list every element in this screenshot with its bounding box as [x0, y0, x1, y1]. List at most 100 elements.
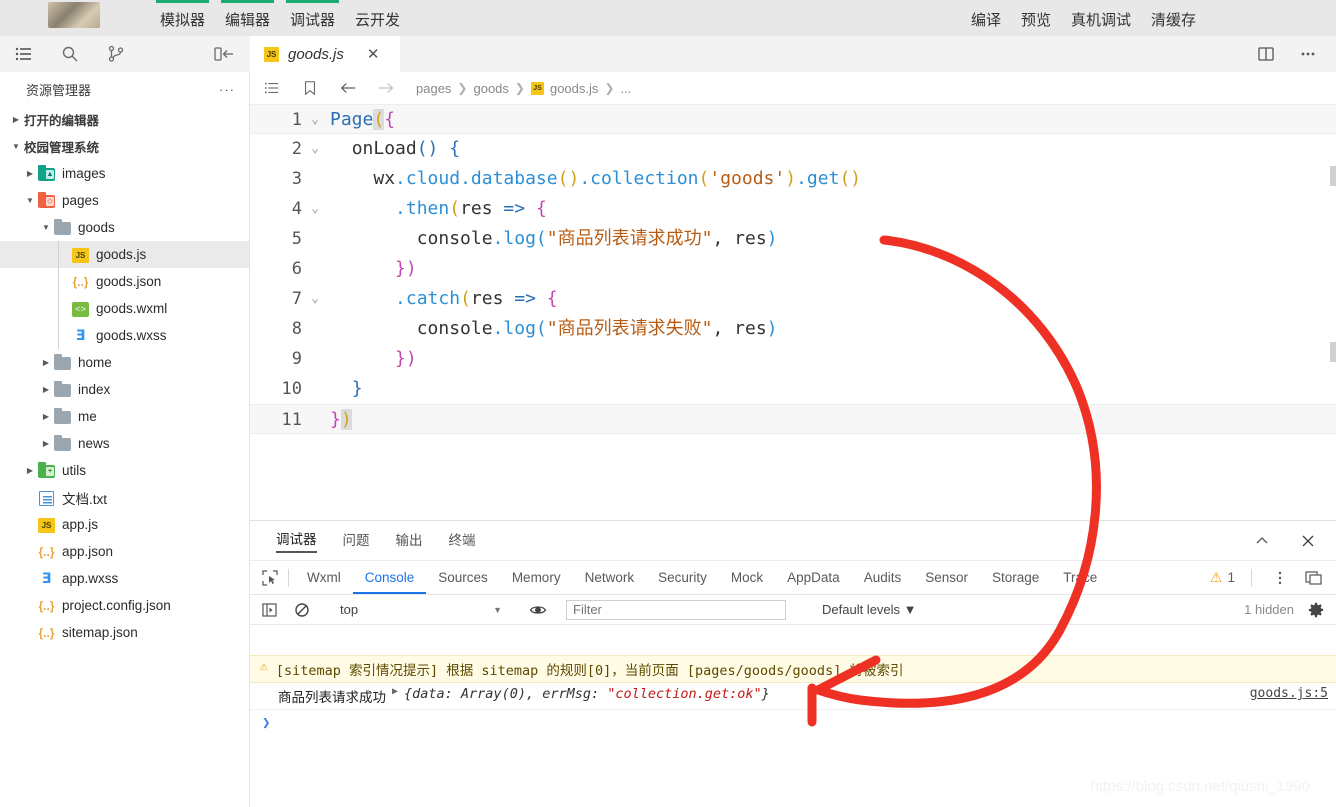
code-line-4[interactable]: 4 ⌄ .then(res => { — [250, 194, 1336, 224]
panel-tab-sources[interactable]: Sources — [426, 561, 500, 594]
toolbar-item-compile[interactable]: 编译 — [961, 0, 1011, 30]
dock-side-icon[interactable] — [1302, 566, 1326, 590]
collapse-sidebar-icon[interactable] — [212, 42, 236, 66]
fold-toggle-icon[interactable]: ⌄ — [302, 105, 328, 135]
expand-object-icon[interactable]: ▶ — [392, 686, 398, 697]
tree-item-app-json[interactable]: {..} app.json — [0, 538, 249, 565]
split-editor-icon[interactable] — [1254, 42, 1278, 66]
code-line-7[interactable]: 7 ⌄ .catch(res => { — [250, 284, 1336, 314]
panel-tab-storage[interactable]: Storage — [980, 561, 1051, 594]
explorer-more-icon[interactable]: ··· — [219, 82, 235, 97]
code-line-3[interactable]: 3 wx.cloud.database().collection('goods'… — [250, 164, 1336, 194]
code-line-8[interactable]: 8 console.log("商品列表请求失败", res) — [250, 314, 1336, 344]
outline-icon[interactable] — [260, 76, 284, 100]
console-sidebar-icon[interactable] — [258, 598, 282, 622]
settings-gear-icon[interactable] — [1304, 598, 1328, 622]
panel-tab-console[interactable]: Console — [353, 561, 427, 594]
status-badge[interactable]: ⚠ 1 — [1210, 569, 1235, 586]
code-line-5[interactable]: 5 console.log("商品列表请求成功", res) — [250, 224, 1336, 254]
tree-item-goods-wxss[interactable]: Ǝ goods.wxss — [0, 322, 249, 349]
log-levels-select[interactable]: Default levels ▼ — [822, 602, 917, 617]
fold-toggle-icon[interactable]: ⌄ — [302, 134, 328, 164]
chevron-up-icon[interactable] — [1250, 529, 1274, 553]
clear-console-icon[interactable] — [290, 598, 314, 622]
toolbar-item-simulator[interactable]: 模拟器 — [150, 0, 215, 30]
forward-icon[interactable] — [374, 76, 398, 100]
tree-item-doc-txt[interactable]: 文档.txt — [0, 484, 249, 511]
tree-item-news[interactable]: ▶ news — [0, 430, 249, 457]
tree-item-utils[interactable]: ▶ + utils — [0, 457, 249, 484]
close-icon[interactable]: ✕ — [367, 45, 380, 63]
tree-item-goods-js[interactable]: JS goods.js — [0, 241, 249, 268]
console-message-log[interactable]: 商品列表请求成功 ▶ {data: Array(0), errMsg: "col… — [250, 683, 1336, 710]
tree-item-pages[interactable]: ▼ ◇ pages — [0, 187, 249, 214]
tree-item-index[interactable]: ▶ index — [0, 376, 249, 403]
code-line-1[interactable]: 1 ⌄ Page({ — [250, 104, 1336, 134]
tree-item-app-js[interactable]: JS app.js — [0, 511, 249, 538]
toolbar-item-debugger[interactable]: 调试器 — [280, 0, 345, 30]
breadcrumb-symbol[interactable]: ... — [620, 81, 631, 96]
back-icon[interactable] — [336, 76, 360, 100]
editor-tab-goods-js[interactable]: JS goods.js ✕ — [250, 36, 400, 72]
breadcrumb-goods[interactable]: goods — [473, 81, 508, 96]
tab-output[interactable]: 输出 — [396, 529, 423, 552]
code-line-10[interactable]: 10 } — [250, 374, 1336, 404]
panel-tab-security[interactable]: Security — [646, 561, 719, 594]
panel-tab-mock[interactable]: Mock — [719, 561, 775, 594]
section-open-editors[interactable]: ▶ 打开的编辑器 — [0, 106, 249, 133]
tab-debugger[interactable]: 调试器 — [276, 528, 317, 553]
tab-terminal[interactable]: 终端 — [449, 529, 476, 552]
tree-item-sitemap-json[interactable]: {..} sitemap.json — [0, 619, 249, 646]
code-line-11[interactable]: 11 }) — [250, 404, 1336, 434]
editor-vertical-scrollbar-thumb[interactable] — [1330, 342, 1336, 362]
code-editor[interactable]: pages ❯ goods ❯ JS goods.js ❯ ... 1 ⌄ Pa… — [250, 72, 1336, 520]
tree-item-images[interactable]: ▶ ▲ images — [0, 160, 249, 187]
fold-toggle-icon[interactable]: ⌄ — [302, 284, 328, 314]
breadcrumb-file[interactable]: goods.js — [550, 81, 598, 96]
tree-item-home[interactable]: ▶ home — [0, 349, 249, 376]
toolbar-item-editor[interactable]: 编辑器 — [215, 0, 280, 30]
panel-tab-audits[interactable]: Audits — [852, 561, 914, 594]
panel-tab-memory[interactable]: Memory — [500, 561, 573, 594]
breadcrumb-pages[interactable]: pages — [416, 81, 451, 96]
more-vertical-icon[interactable] — [1268, 566, 1292, 590]
tab-problems[interactable]: 问题 — [343, 529, 370, 552]
toolbar-item-clear-cache[interactable]: 清缓存 — [1141, 0, 1206, 30]
toolbar-item-device-debug[interactable]: 真机调试 — [1061, 0, 1141, 30]
panel-tab-network[interactable]: Network — [573, 561, 647, 594]
tree-item-goods-folder[interactable]: ▼ goods — [0, 214, 249, 241]
code-content[interactable]: 1 ⌄ Page({ 2 ⌄ onLoad() { 3 wx.cloud.dat… — [250, 104, 1336, 434]
avatar[interactable] — [48, 2, 100, 28]
tree-item-goods-json[interactable]: {..} goods.json — [0, 268, 249, 295]
fold-toggle-icon[interactable]: ⌄ — [302, 194, 328, 224]
panel-tab-appdata[interactable]: AppData — [775, 561, 852, 594]
section-project-root[interactable]: ▼ 校园管理系统 — [0, 133, 249, 160]
tree-item-goods-wxml[interactable]: <> goods.wxml — [0, 295, 249, 322]
more-actions-icon[interactable] — [1296, 42, 1320, 66]
code-line-6[interactable]: 6 }) — [250, 254, 1336, 284]
editor-vertical-scrollbar[interactable] — [1330, 166, 1336, 186]
code-text: }) — [328, 254, 417, 284]
search-icon[interactable] — [58, 42, 82, 66]
tree-item-project-config-json[interactable]: {..} project.config.json — [0, 592, 249, 619]
bookmark-icon[interactable] — [298, 76, 322, 100]
toolbar-item-cloud-dev[interactable]: 云开发 — [345, 0, 410, 30]
panel-tab-sensor[interactable]: Sensor — [913, 561, 980, 594]
panel-tab-trace[interactable]: Trace — [1051, 561, 1109, 594]
tree-item-me[interactable]: ▶ me — [0, 403, 249, 430]
console-prompt[interactable]: ❯ — [250, 710, 1336, 736]
console-message-warning[interactable]: ⚠ [sitemap 索引情况提示] 根据 sitemap 的规则[0]，当前页… — [250, 655, 1336, 683]
live-expression-icon[interactable] — [526, 598, 550, 622]
console-source-link[interactable]: goods.js:5 — [1250, 686, 1328, 701]
toolbar-item-preview[interactable]: 预览 — [1011, 0, 1061, 30]
execution-context-select[interactable]: top ▼ — [330, 602, 510, 617]
close-icon[interactable] — [1296, 529, 1320, 553]
code-line-2[interactable]: 2 ⌄ onLoad() { — [250, 134, 1336, 164]
tree-item-app-wxss[interactable]: Ǝ app.wxss — [0, 565, 249, 592]
console-filter-input[interactable] — [566, 599, 786, 620]
source-control-icon[interactable] — [104, 42, 128, 66]
explorer-icon[interactable] — [12, 42, 36, 66]
inspect-element-icon[interactable] — [258, 566, 282, 590]
code-line-9[interactable]: 9 }) — [250, 344, 1336, 374]
panel-tab-wxml[interactable]: Wxml — [295, 561, 353, 594]
